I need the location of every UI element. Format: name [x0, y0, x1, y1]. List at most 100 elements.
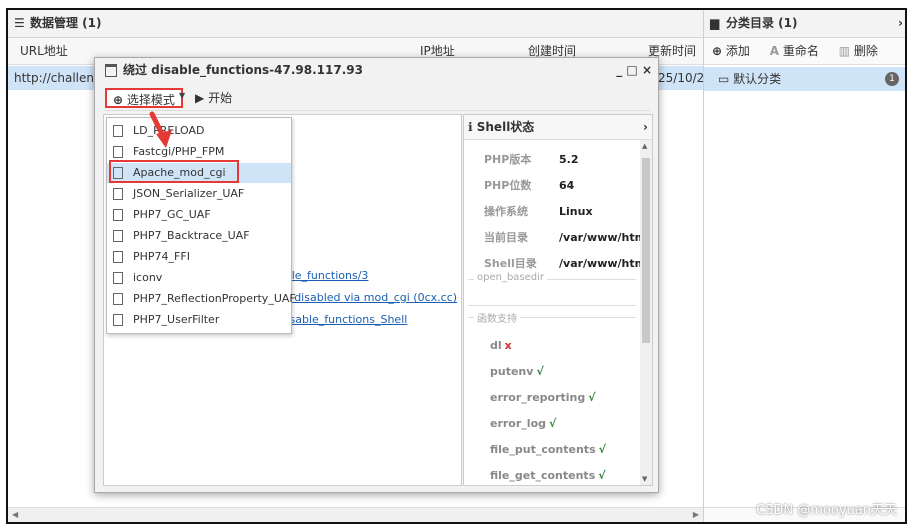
fail-mark: x	[504, 339, 512, 352]
add-label: 添加	[725, 44, 750, 58]
scroll-thumb[interactable]	[642, 158, 650, 343]
menu-item[interactable]: iconv	[107, 268, 291, 288]
ok-mark: √	[536, 365, 544, 378]
horizontal-scrollbar[interactable]: ◀ ▶	[8, 507, 703, 522]
info-value: /var/www/htm	[559, 257, 647, 270]
category-label: 默认分类	[733, 72, 782, 86]
menu-item-label: PHP74_FFI	[133, 250, 190, 263]
scroll-down-icon[interactable]: ▼	[642, 475, 647, 483]
info-row: 当前目录/var/www/htm	[484, 229, 646, 245]
ok-mark: √	[549, 417, 557, 430]
menu-item[interactable]: LD_PRELOAD	[107, 121, 291, 141]
watermark: CSDN @mooyuan天天	[756, 503, 897, 518]
file-icon	[113, 293, 123, 305]
dialog-toolbar: ⊕ 选择模式 ▼ ▶ 开始	[103, 86, 650, 111]
category-title: 分类目录 (1)	[726, 16, 798, 30]
menu-item-label: PHP7_Backtrace_UAF	[133, 229, 250, 242]
menu-item[interactable]: PHP7_ReflectionProperty_UAF	[107, 289, 296, 309]
menu-item[interactable]: PHP7_UserFilter	[107, 310, 291, 330]
function-item: dl x	[490, 339, 512, 352]
menu-item-label: PHP7_UserFilter	[133, 313, 220, 326]
menu-item[interactable]: PHP74_FFI	[107, 247, 291, 267]
scroll-left-icon[interactable]: ◀	[12, 508, 18, 522]
info-key: 当前目录	[484, 231, 528, 244]
section-basedir-label: open_basedir	[474, 272, 548, 283]
menu-item-label: iconv	[133, 271, 163, 284]
dialog-title: 绕过 disable_functions-47.98.117.93	[123, 63, 363, 77]
vertical-scrollbar[interactable]: ▲ ▼	[640, 140, 652, 485]
ok-mark: √	[588, 391, 596, 404]
delete-button[interactable]: ▥ 删除	[831, 38, 886, 64]
add-button[interactable]: ⊕ 添加	[704, 38, 758, 64]
function-name: dl	[490, 339, 502, 352]
section-functions: 函数支持	[468, 310, 636, 325]
info-key: Shell目录	[484, 257, 537, 270]
plus-circle-icon: ⊕	[113, 93, 124, 107]
function-name: putenv	[490, 365, 534, 378]
selection-highlight	[109, 160, 239, 183]
category-header: ▆ 分类目录 (1) ›	[704, 10, 905, 38]
section-functions-label: 函数支持	[474, 310, 520, 325]
menu-item-label: PHP7_ReflectionProperty_UAF	[133, 292, 296, 305]
menu-item[interactable]: Fastcgi/PHP_FPM	[107, 142, 291, 162]
info-key: PHP版本	[484, 153, 532, 166]
function-name: file_put_contents	[490, 443, 596, 456]
link-3[interactable]: Disable_functions_Shell	[278, 313, 407, 326]
category-item-default[interactable]: ▭ 默认分类 1	[704, 67, 905, 91]
folder-outline-icon: ▭	[718, 72, 730, 86]
file-icon	[113, 146, 123, 158]
info-row: PHP位数 64	[484, 177, 574, 193]
category-panel: ▆ 分类目录 (1) › ⊕ 添加 A 重命名 ▥ 删除 ▭ 默认分类 1	[704, 10, 905, 522]
play-icon: ▶	[195, 91, 205, 105]
link-2[interactable]: ns disabled via mod_cgi (0cx.cc)	[278, 291, 457, 304]
shell-status-panel: ℹ Shell状态 › PHP版本 5.2 PHP位数 64 操作系统 Linux 当…	[463, 114, 653, 486]
info-key: PHP位数	[484, 179, 532, 192]
dialog-titlebar[interactable]: 绕过 disable_functions-47.98.117.93 _ □ ×	[95, 58, 658, 83]
folder-icon: ▆	[710, 16, 720, 30]
info-row: 操作系统 Linux	[484, 203, 593, 219]
info-value: 5.2	[559, 153, 579, 166]
chevron-down-icon[interactable]: ▼	[179, 91, 185, 100]
category-toolbar: ⊕ 添加 A 重命名 ▥ 删除	[704, 38, 905, 65]
ok-mark: √	[598, 469, 606, 482]
start-label: 开始	[208, 91, 233, 105]
function-item: file_put_contents √	[490, 443, 606, 456]
menu-item[interactable]: PHP7_Backtrace_UAF	[107, 226, 291, 246]
shell-status-header: ℹ Shell状态 ›	[464, 115, 652, 140]
info-value: Linux	[559, 205, 593, 218]
file-icon	[113, 188, 123, 200]
list-icon: ☰	[14, 16, 25, 30]
font-icon: A	[769, 44, 780, 58]
menu-item-label: JSON_Serializer_UAF	[133, 187, 245, 200]
rename-button[interactable]: A 重命名	[762, 38, 827, 64]
menu-item[interactable]: JSON_Serializer_UAF	[107, 184, 291, 204]
start-button[interactable]: ▶ 开始	[195, 88, 232, 108]
ok-mark: √	[598, 443, 606, 456]
plus-circle-icon: ⊕	[712, 44, 723, 58]
window-controls[interactable]: _ □ ×	[616, 58, 652, 83]
menu-item[interactable]: PHP7_GC_UAF	[107, 205, 291, 225]
scroll-up-icon[interactable]: ▲	[642, 142, 647, 150]
file-icon	[113, 209, 123, 221]
data-management-header: ☰ 数据管理 (1)	[8, 10, 703, 38]
function-item: error_reporting √	[490, 391, 596, 404]
file-icon	[113, 230, 123, 242]
function-item: putenv √	[490, 365, 544, 378]
section-basedir: open_basedir	[468, 272, 636, 283]
chevron-right-icon[interactable]: ›	[643, 115, 648, 139]
red-arrow-annotation	[149, 111, 172, 148]
chevron-right-icon[interactable]: ›	[898, 10, 903, 37]
col-url[interactable]: URL地址	[20, 38, 68, 64]
divider	[468, 305, 636, 306]
menu-item-label: PHP7_GC_UAF	[133, 208, 211, 221]
info-key: 操作系统	[484, 205, 528, 218]
function-name: error_reporting	[490, 391, 586, 404]
delete-label: 删除	[853, 44, 878, 58]
scroll-right-icon[interactable]: ▶	[693, 508, 699, 522]
file-icon	[113, 314, 123, 326]
shell-status-title: Shell状态	[476, 120, 535, 134]
file-icon	[113, 272, 123, 284]
info-value: /var/www/htm	[559, 231, 647, 244]
function-item: file_get_contents √	[490, 469, 606, 482]
select-mode-button[interactable]: ⊕ 选择模式	[105, 88, 183, 108]
